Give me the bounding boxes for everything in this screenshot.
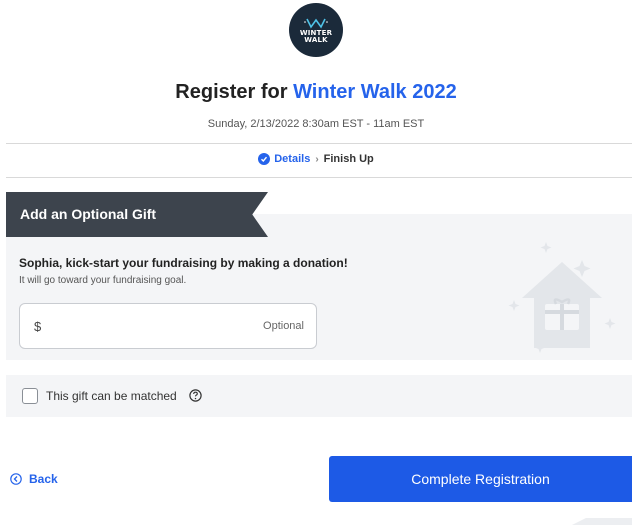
- gift-banner-title: Add an Optional Gift: [20, 206, 157, 222]
- corner-decoration: [572, 518, 632, 525]
- logo-mark-icon: [304, 18, 328, 29]
- gift-match-label[interactable]: This gift can be matched: [46, 389, 177, 403]
- back-arrow-icon: [10, 473, 22, 485]
- divider-steps: [6, 177, 632, 178]
- optional-hint: Optional: [263, 320, 304, 332]
- step-details[interactable]: Details: [274, 153, 310, 165]
- help-circle-icon[interactable]: [189, 389, 202, 402]
- gift-subtext: It will go toward your fundraising goal.: [19, 275, 187, 286]
- gift-match-row: This gift can be matched: [6, 375, 632, 417]
- back-label: Back: [29, 472, 58, 486]
- donation-amount-input[interactable]: [48, 314, 248, 338]
- donation-amount-field[interactable]: $ Optional: [19, 303, 317, 349]
- event-date: Sunday, 2/13/2022 8:30am EST - 11am EST: [207, 118, 425, 130]
- check-circle-icon: [258, 153, 271, 165]
- gift-heading: Sophia, kick-start your fundraising by m…: [19, 256, 348, 270]
- divider-top: [6, 143, 632, 144]
- step-indicator: Details › Finish Up: [0, 153, 632, 165]
- currency-symbol: $: [34, 319, 42, 334]
- winter-walk-logo: WINTER WALK: [289, 3, 343, 57]
- event-name: Winter Walk 2022: [293, 81, 457, 103]
- page-title: Register for Winter Walk 2022: [0, 81, 632, 104]
- page-title-prefix: Register for: [175, 81, 294, 103]
- chevron-right-icon: ›: [315, 153, 319, 165]
- step-finish-up: Finish Up: [323, 153, 374, 165]
- back-button[interactable]: Back: [10, 472, 58, 486]
- complete-registration-button[interactable]: Complete Registration: [329, 456, 632, 502]
- logo-text-line2: WALK: [304, 35, 328, 44]
- gift-banner: Add an Optional Gift: [6, 192, 268, 237]
- gift-house-illustration: [508, 242, 616, 353]
- gift-match-checkbox[interactable]: [22, 388, 38, 404]
